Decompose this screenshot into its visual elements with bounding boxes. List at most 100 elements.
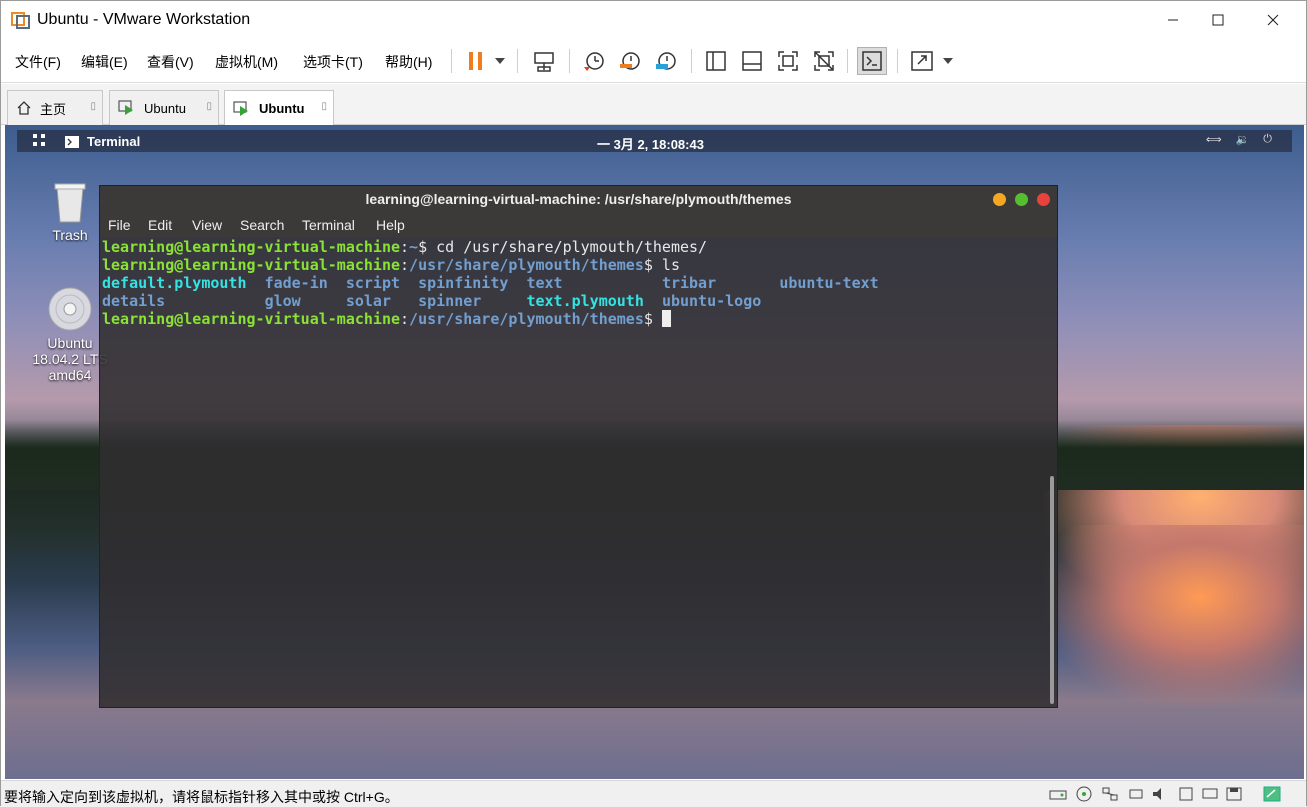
console-view-button[interactable] — [857, 47, 887, 75]
tab-label: 主页 — [40, 101, 67, 117]
minimize-icon — [1168, 19, 1178, 21]
terminal-menu-edit[interactable]: Edit — [148, 217, 172, 233]
tab-close-icon[interactable]: ▯ — [206, 101, 212, 112]
network-adapter-icon[interactable] — [1101, 786, 1119, 802]
console-icon — [862, 51, 882, 71]
terminal-menu-terminal[interactable]: Terminal — [302, 217, 355, 233]
sidebar-layout-icon — [706, 51, 726, 71]
stretch-guest-button[interactable] — [907, 47, 937, 75]
terminal-window[interactable]: learning@learning-virtual-machine: /usr/… — [99, 185, 1058, 708]
terminal-line: learning@learning-virtual-machine:/usr/s… — [102, 310, 1042, 328]
prompt-user: learning@learning-virtual-machine — [102, 256, 401, 274]
command-text: $ — [643, 310, 662, 328]
maximize-dot-button[interactable] — [1015, 193, 1028, 206]
terminal-menu-view[interactable]: View — [192, 217, 222, 233]
disc-icon — [48, 287, 92, 331]
toolbar-separator — [691, 49, 692, 73]
vm-display[interactable]: Terminal 一 3月 2, 18:08:43 ⟺ 🔉 ⏻ Trash Ub… — [5, 125, 1304, 779]
thumbnail-bar-button[interactable] — [737, 47, 767, 75]
power-icon: ⏻ — [1263, 133, 1272, 145]
terminal-output[interactable]: learning@learning-virtual-machine:~$ cd … — [102, 238, 1042, 328]
clock[interactable]: 一 3月 2, 18:08:43 — [597, 134, 704, 153]
tab-ubuntu-1[interactable]: Ubuntu ▯ — [109, 90, 219, 125]
pause-button[interactable] — [461, 47, 491, 75]
full-screen-button[interactable] — [773, 47, 803, 75]
message-log-icon[interactable] — [1263, 786, 1281, 802]
tab-close-icon[interactable]: ▯ — [90, 101, 96, 112]
ls-entry: spinfinity — [418, 274, 509, 292]
pause-dropdown[interactable] — [489, 47, 511, 75]
menu-edit[interactable]: 编辑(E) — [81, 52, 128, 72]
tab-label: Ubuntu — [259, 101, 305, 116]
title-bar: Ubuntu - VMware Workstation — [1, 1, 1306, 39]
maximize-icon — [1212, 14, 1224, 26]
tab-close-icon[interactable]: ▯ — [321, 101, 327, 112]
show-library-button[interactable] — [701, 47, 731, 75]
vm-play-icon — [118, 100, 133, 115]
stretch-icon — [911, 51, 933, 71]
menu-help[interactable]: 帮助(H) — [385, 52, 432, 72]
send-ctrl-alt-del-button[interactable] — [529, 47, 559, 75]
toolbar-separator — [569, 49, 570, 73]
snapshot-manager-button[interactable] — [651, 47, 681, 75]
activities-icon[interactable] — [33, 134, 45, 149]
stretch-dropdown[interactable] — [937, 47, 959, 75]
menu-file[interactable]: 文件(F) — [15, 52, 61, 72]
desktop-icon-trash[interactable]: Trash — [40, 180, 100, 243]
close-dot-button[interactable] — [1037, 193, 1050, 206]
snapshot-clock-icon — [584, 52, 604, 71]
command-text: $ cd /usr/share/plymouth/themes/ — [418, 238, 708, 256]
ls-entry: glow — [264, 292, 301, 310]
system-tray[interactable]: ⟺ 🔉 ⏻ — [1206, 133, 1272, 146]
sound-card-icon[interactable] — [1151, 786, 1169, 802]
display-icon[interactable] — [1201, 786, 1219, 802]
ls-output-row: default.plymouth fade-in script spinfini… — [102, 274, 1042, 292]
terminal-app-icon — [65, 135, 79, 148]
maximize-button[interactable] — [1195, 1, 1241, 39]
minimize-dot-button[interactable] — [993, 193, 1006, 206]
tab-label: Ubuntu — [144, 100, 186, 116]
ls-entry: script — [345, 274, 401, 292]
ls-entry: text.plymouth — [526, 292, 644, 310]
toolbar-separator — [517, 49, 518, 73]
network-icon: ⟺ — [1205, 134, 1222, 146]
revert-snapshot-button[interactable] — [615, 47, 645, 75]
usb-device-icon[interactable] — [1127, 786, 1145, 802]
close-button[interactable] — [1250, 1, 1296, 39]
gnome-top-bar: Terminal 一 3月 2, 18:08:43 ⟺ 🔉 ⏻ — [17, 130, 1292, 152]
vmware-window: Ubuntu - VMware Workstation 文件(F) 编辑(E) … — [0, 0, 1307, 807]
hard-disk-icon[interactable] — [1049, 786, 1067, 802]
cd-drive-icon[interactable] — [1075, 786, 1093, 802]
ls-output-row: details glow solar spinner text.plymouth… — [102, 292, 1042, 310]
ls-entry: ubuntu-logo — [661, 292, 762, 310]
terminal-menu-search[interactable]: Search — [240, 217, 284, 233]
status-message: 要将输入定向到该虚拟机，请将鼠标指针移入其中或按 Ctrl+G。 — [4, 789, 399, 805]
printer-icon[interactable] — [1177, 786, 1195, 802]
toolbar-separator — [451, 49, 452, 73]
menu-tabs[interactable]: 选项卡(T) — [303, 52, 363, 72]
tab-ubuntu-2[interactable]: Ubuntu ▯ — [224, 90, 334, 126]
grid-icon — [33, 134, 45, 146]
tab-home[interactable]: 主页 ▯ — [7, 90, 103, 125]
unity-icon — [814, 51, 834, 71]
window-title: Ubuntu - VMware Workstation — [37, 11, 251, 28]
app-menu[interactable]: Terminal — [65, 134, 140, 149]
menu-view[interactable]: 查看(V) — [147, 52, 194, 72]
trash-icon — [54, 183, 86, 223]
ls-entry: ubuntu-text — [779, 274, 879, 292]
terminal-scrollbar[interactable] — [1050, 476, 1054, 704]
floppy-icon[interactable] — [1225, 786, 1243, 802]
text-cursor — [661, 310, 671, 327]
snapshot-button[interactable] — [579, 47, 609, 75]
minimize-button[interactable] — [1150, 1, 1196, 39]
ls-entry: tribar — [661, 274, 717, 292]
menu-bar: 文件(F) 编辑(E) 查看(V) 虚拟机(M) 选项卡(T) 帮助(H) — [1, 39, 1306, 83]
terminal-menu-file[interactable]: File — [108, 217, 131, 233]
bottom-panel-icon — [742, 51, 762, 71]
terminal-line: learning@learning-virtual-machine:~$ cd … — [102, 238, 708, 256]
menu-vm[interactable]: 虚拟机(M) — [215, 52, 278, 72]
terminal-menu-help[interactable]: Help — [376, 217, 405, 233]
unity-mode-button[interactable] — [809, 47, 839, 75]
status-bar: 要将输入定向到该虚拟机，请将鼠标指针移入其中或按 Ctrl+G。 — [1, 780, 1306, 807]
vmware-app-icon — [11, 12, 30, 29]
